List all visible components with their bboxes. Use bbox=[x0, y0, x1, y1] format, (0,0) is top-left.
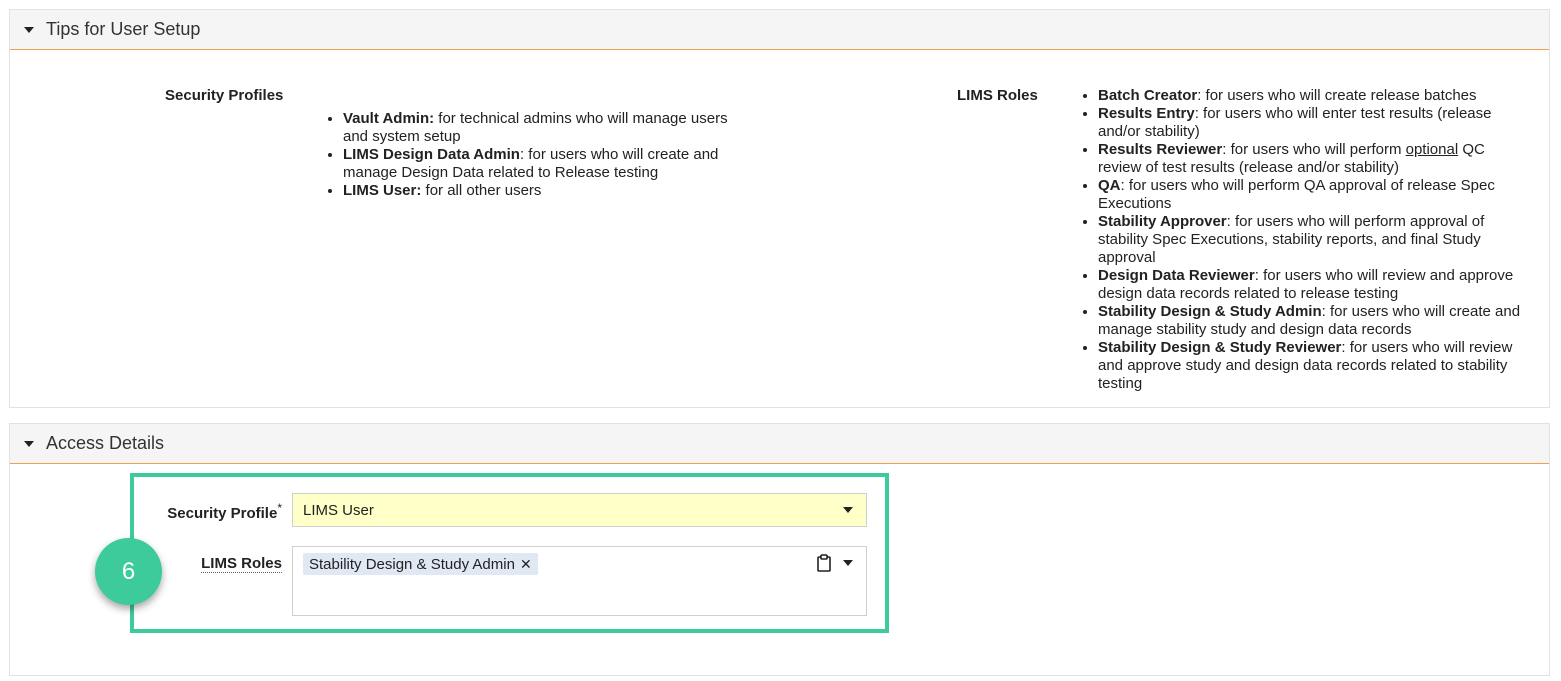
security-profiles-list: Vault Admin: for technical admins who wi… bbox=[325, 110, 753, 200]
list-item: Stability Design & Study Reviewer: for u… bbox=[1098, 339, 1528, 393]
security-profile-value: LIMS User bbox=[303, 501, 374, 519]
lims-roles-list: Batch Creator: for users who will create… bbox=[1080, 87, 1528, 393]
security-profile-select[interactable]: LIMS User bbox=[292, 493, 867, 527]
chevron-down-icon[interactable] bbox=[843, 507, 853, 513]
collapse-caret-icon[interactable] bbox=[24, 440, 34, 447]
list-item: QA: for users who will perform QA approv… bbox=[1098, 177, 1528, 213]
security-profile-label: Security Profile* bbox=[167, 501, 282, 522]
security-profiles-label: Security Profiles bbox=[165, 87, 284, 104]
chevron-down-icon[interactable] bbox=[843, 560, 853, 566]
clipboard-icon[interactable] bbox=[817, 554, 831, 572]
access-panel-header[interactable]: Access Details bbox=[10, 424, 1549, 464]
list-item: Results Reviewer: for users who will per… bbox=[1098, 141, 1528, 177]
required-marker: * bbox=[277, 501, 282, 515]
tips-panel-header[interactable]: Tips for User Setup bbox=[10, 10, 1549, 50]
step-number-badge: 6 bbox=[95, 538, 162, 605]
role-chip: Stability Design & Study Admin ✕ bbox=[303, 553, 538, 575]
role-chip-label: Stability Design & Study Admin bbox=[309, 555, 515, 573]
access-panel-title: Access Details bbox=[46, 433, 165, 453]
lims-roles-field-label: LIMS Roles bbox=[201, 555, 282, 573]
list-item: Stability Design & Study Admin: for user… bbox=[1098, 303, 1528, 339]
list-item: LIMS Design Data Admin: for users who wi… bbox=[343, 146, 753, 182]
list-item: Results Entry: for users who will enter … bbox=[1098, 105, 1528, 141]
remove-chip-icon[interactable]: ✕ bbox=[520, 556, 532, 573]
list-item: LIMS User: for all other users bbox=[343, 182, 753, 200]
list-item: Stability Approver: for users who will p… bbox=[1098, 213, 1528, 267]
tips-panel-title: Tips for User Setup bbox=[46, 19, 201, 39]
lims-roles-label: LIMS Roles bbox=[957, 87, 1038, 104]
list-item: Design Data Reviewer: for users who will… bbox=[1098, 267, 1528, 303]
collapse-caret-icon[interactable] bbox=[24, 26, 34, 33]
list-item: Vault Admin: for technical admins who wi… bbox=[343, 110, 753, 146]
lims-roles-multiselect[interactable]: Stability Design & Study Admin ✕ bbox=[292, 546, 867, 616]
list-item: Batch Creator: for users who will create… bbox=[1098, 87, 1528, 105]
